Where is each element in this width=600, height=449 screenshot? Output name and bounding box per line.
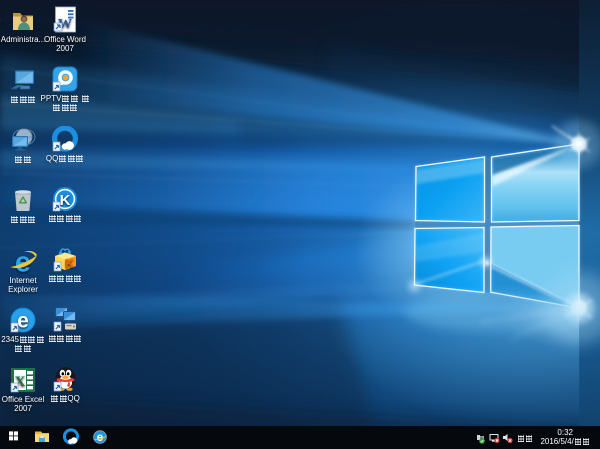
svg-text:e: e (17, 310, 29, 333)
svg-text:K: K (60, 192, 71, 209)
svg-text:K: K (65, 257, 74, 271)
